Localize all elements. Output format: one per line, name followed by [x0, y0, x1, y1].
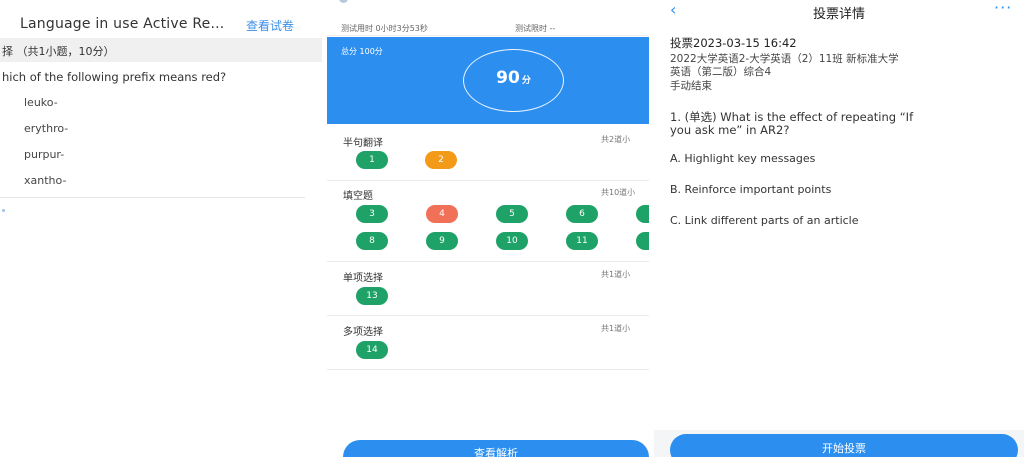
section-multi-choice: 多项选择 共1道小 14 — [327, 323, 649, 367]
question-button[interactable] — [636, 232, 649, 250]
indicator-dot — [2, 209, 5, 212]
nav-header: ‹ 投票详情 ··· — [654, 0, 1024, 26]
section-fill-blank: 填空题 共10道小 3 4 5 6 8 9 10 11 — [327, 187, 649, 259]
question-button[interactable]: 11 — [566, 232, 598, 250]
page-title: 投票详情 — [812, 7, 865, 22]
button-label: 开始投票 — [822, 442, 866, 455]
button-label: 查看解析 — [474, 447, 518, 457]
divider — [0, 197, 305, 198]
question-button[interactable]: 13 — [356, 287, 388, 305]
question-button[interactable]: 3 — [356, 205, 388, 223]
view-analysis-button[interactable]: 查看解析 — [343, 440, 649, 457]
section-title: 半句翻译 — [343, 138, 383, 149]
question-button[interactable]: 4 — [426, 205, 458, 223]
section-title: 多项选择 — [343, 327, 383, 338]
option-4[interactable]: xantho- — [24, 174, 66, 187]
section-title: 填空题 — [343, 191, 373, 202]
question-button[interactable]: 2 — [425, 151, 457, 169]
time-limit: 测试限时 -- — [515, 24, 556, 33]
divider — [327, 369, 649, 370]
test-time-bar: 测试用时 0小时3分53秒 测试限时 -- — [327, 0, 649, 36]
score-display: 90 分 — [464, 68, 563, 88]
option-1[interactable]: leuko- — [24, 96, 58, 109]
question-button[interactable]: 6 — [566, 205, 598, 223]
back-icon[interactable] — [339, 0, 348, 3]
section-count: 共10道小 — [601, 188, 636, 197]
question-button[interactable]: 14 — [356, 341, 388, 359]
view-paper-link[interactable]: 查看试卷 — [246, 17, 294, 34]
test-result-panel: 测试用时 0小时3分53秒 测试限时 -- 总分 100分 90 分 半句翻译 共… — [327, 0, 649, 457]
section-count: 共1道小 — [601, 324, 631, 333]
option-a[interactable]: A. Highlight key messages — [670, 152, 815, 165]
question-button[interactable]: 1 — [356, 151, 388, 169]
question-button[interactable]: 9 — [426, 232, 458, 250]
start-vote-button[interactable]: 开始投票 — [670, 434, 1018, 457]
option-2[interactable]: erythro- — [24, 122, 68, 135]
class-name-cont: 英语（第二版）综合4 — [670, 66, 772, 78]
question-button[interactable] — [636, 205, 649, 223]
question-text-cont: you ask me” in AR2? — [670, 123, 790, 137]
divider — [327, 180, 649, 181]
divider — [327, 315, 649, 316]
page-title: Language in use Active Re... — [20, 16, 225, 32]
option-3[interactable]: purpur- — [24, 148, 64, 161]
section-translation: 半句翻译 共2道小 1 2 — [327, 134, 649, 178]
question-button[interactable]: 8 — [356, 232, 388, 250]
vote-status: 手动结束 — [670, 80, 712, 92]
option-b[interactable]: B. Reinforce important points — [670, 183, 831, 196]
section-title: 单项选择 — [343, 273, 383, 284]
time-used: 测试用时 0小时3分53秒 — [341, 24, 428, 33]
question-text: hich of the following prefix means red? — [2, 70, 227, 84]
section-single-choice: 单项选择 共1道小 13 — [327, 269, 649, 313]
question-button[interactable]: 5 — [496, 205, 528, 223]
score-banner: 总分 100分 90 分 — [327, 37, 649, 124]
section-header: 择 （共1小题，10分） — [0, 38, 322, 62]
vote-detail-panel: ‹ 投票详情 ··· 投票2023-03-15 16:42 2022大学英语2-… — [654, 0, 1024, 457]
section-count: 共2道小 — [601, 135, 631, 144]
divider — [327, 261, 649, 262]
vote-content: 投票2023-03-15 16:42 2022大学英语2-大学英语（2）11班 … — [654, 26, 1024, 430]
section-label: 择 （共1小题，10分） — [2, 45, 115, 58]
score-value: 90 — [496, 68, 520, 88]
panel-header: Language in use Active Re... 查看试卷 — [0, 0, 322, 38]
total-score: 总分 100分 — [341, 47, 383, 56]
option-c[interactable]: C. Link different parts of an article — [670, 214, 859, 227]
question-button[interactable]: 10 — [496, 232, 528, 250]
score-unit: 分 — [521, 76, 531, 86]
section-count: 共1道小 — [601, 270, 631, 279]
vote-datetime: 投票2023-03-15 16:42 — [670, 36, 797, 50]
score-ring: 90 分 — [463, 49, 564, 112]
more-horizontal-icon[interactable]: ··· — [994, 0, 1012, 17]
exam-question-panel: Language in use Active Re... 查看试卷 择 （共1小… — [0, 0, 322, 457]
